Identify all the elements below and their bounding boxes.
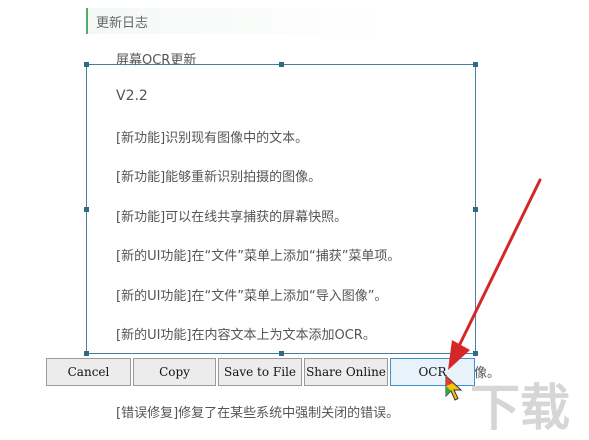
- mouse-pointer-icon: [445, 374, 463, 401]
- watermark-logo: 下载: [470, 379, 570, 437]
